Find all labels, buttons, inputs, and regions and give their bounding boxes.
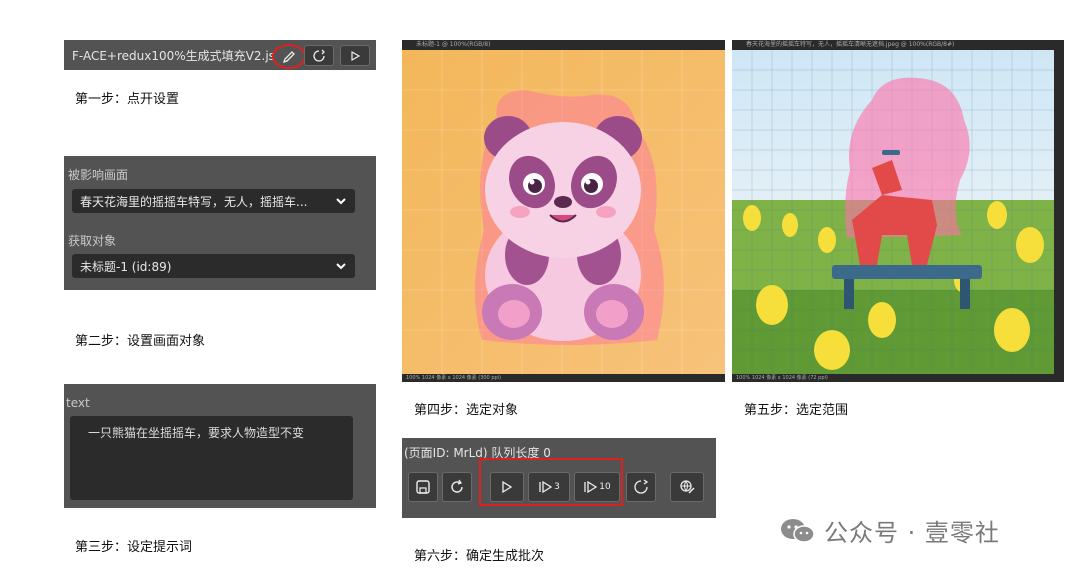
affected-label: 被影响画面 — [68, 168, 129, 182]
step2-caption: 第二步：设置画面对象 — [75, 334, 206, 349]
workflow-name: F-ACE+redux100%生成式填充V2.json — [72, 49, 282, 63]
step3-panel: text 一只熊猫在坐摇摇车，要求人物造型不变 — [64, 384, 376, 508]
play-batch-icon — [584, 480, 598, 494]
pencil-icon — [282, 50, 295, 63]
play-icon — [351, 50, 361, 61]
affected-value: 春天花海里的摇摇车特写，无人，摇摇车... — [80, 195, 308, 209]
reload-button[interactable] — [442, 472, 472, 502]
prompt-text: 一只熊猫在坐摇摇车，要求人物造型不变 — [88, 426, 305, 440]
step1-caption: 第一步：点开设置 — [75, 92, 180, 107]
globe-edit-button[interactable] — [670, 472, 704, 502]
affected-select[interactable]: 春天花海里的摇摇车特写，无人，摇摇车... — [72, 189, 355, 213]
target-select[interactable]: 未标题-1 (id:89) — [72, 254, 355, 278]
save-button[interactable] — [408, 472, 438, 502]
run-10-count: 10 — [599, 482, 611, 492]
run-3-count: 3 — [554, 482, 560, 492]
chevron-down-icon — [336, 263, 346, 270]
window-title: 春天花海里的摇摇车特写，无人，摇摇车清晰无遮挡.jpeg @ 100%(RGB/… — [732, 40, 1064, 50]
status-bar: 100% 1024 像素 x 1024 像素 (300 ppi) — [402, 374, 725, 382]
step3-caption: 第三步：设定提示词 — [75, 540, 193, 555]
globe-icon — [680, 480, 695, 494]
target-label: 获取对象 — [68, 234, 117, 248]
play-icon — [502, 480, 513, 494]
save-icon — [416, 480, 430, 494]
refresh-button[interactable] — [304, 45, 334, 66]
flower-canvas — [732, 50, 1054, 374]
step2-panel: 被影响画面 春天花海里的摇摇车特写，无人，摇摇车... 获取对象 未标题-1 (… — [64, 156, 376, 290]
step5-window: 春天花海里的摇摇车特写，无人，摇摇车清晰无遮挡.jpeg @ 100%(RGB/… — [732, 40, 1064, 382]
cycle-icon — [634, 479, 649, 494]
step5-caption: 第五步：选定范围 — [744, 403, 849, 418]
step4-caption: 第四步：选定对象 — [414, 403, 519, 418]
prompt-textarea[interactable]: 一只熊猫在坐摇摇车，要求人物造型不变 — [70, 416, 353, 500]
target-value: 未标题-1 (id:89) — [80, 260, 172, 274]
step1-toolbar: F-ACE+redux100%生成式填充V2.json — [64, 40, 376, 70]
text-label: text — [66, 396, 90, 410]
status-bar: 100% 1024 像素 x 1024 像素 (72 ppi) — [732, 374, 1058, 382]
chevron-down-icon — [336, 198, 346, 205]
edit-button[interactable] — [272, 44, 306, 69]
run-once-button[interactable] — [490, 472, 524, 502]
run-10-button[interactable]: 10 — [574, 472, 620, 502]
watermark: 公众号 · 壹零社 — [780, 513, 1000, 548]
run-button[interactable] — [340, 45, 370, 66]
cycle-button[interactable] — [626, 472, 656, 502]
reload-icon — [451, 479, 463, 493]
run-3-button[interactable]: 3 — [528, 472, 570, 502]
refresh-icon — [313, 49, 325, 62]
step6-toolbar: (页面ID: MrLd) 队列长度 0 3 10 — [402, 438, 716, 518]
window-title: 未标题-1 @ 100%(RGB/8) — [402, 40, 725, 50]
panda-canvas — [402, 50, 725, 374]
watermark-text: 公众号 · 壹零社 — [824, 519, 1000, 547]
step4-window: 未标题-1 @ 100%(RGB/8) 100% 1024 像素 x 1024 … — [402, 40, 725, 382]
play-batch-icon — [539, 480, 553, 494]
step6-caption: 第六步：确定生成批次 — [414, 549, 545, 564]
wechat-icon — [781, 518, 815, 543]
